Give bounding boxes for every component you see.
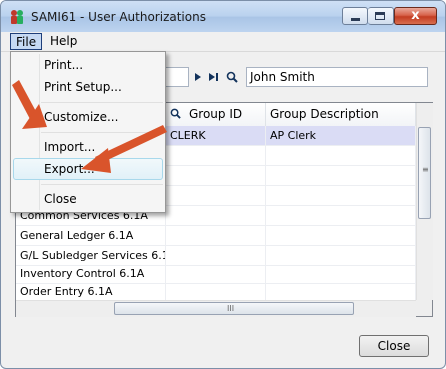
header-group-id[interactable]: Group ID <box>166 103 266 126</box>
close-icon: x <box>411 8 420 23</box>
app-users-icon <box>11 10 23 24</box>
last-icon[interactable] <box>208 72 220 82</box>
grip-icon: ≡ <box>422 165 429 174</box>
user-name-field: John Smith <box>246 67 428 87</box>
table-row[interactable]: Order Entry 6.1A <box>16 282 416 302</box>
search-icon[interactable] <box>226 71 238 83</box>
window-close-button[interactable]: x <box>394 7 437 25</box>
horizontal-scroll-thumb[interactable]: III <box>114 302 354 315</box>
horizontal-scrollbar[interactable]: III <box>16 300 416 317</box>
menu-separator <box>41 184 163 185</box>
cell-application: Inventory Control 6.1A <box>16 264 166 283</box>
file-menu-dropdown: Print... Print Setup... Customize... Imp… <box>10 51 166 213</box>
maximize-icon <box>375 12 385 20</box>
vertical-scrollbar[interactable]: ≡ <box>416 103 433 300</box>
menu-item-close[interactable]: Close <box>13 188 163 210</box>
menu-item-customize[interactable]: Customize... <box>13 106 163 128</box>
scrollbar-corner <box>416 300 432 316</box>
title-bar[interactable]: SAMI61 - User Authorizations x <box>1 1 445 32</box>
vertical-scroll-thumb[interactable]: ≡ <box>418 127 431 219</box>
user-authorizations-window: SAMI61 - User Authorizations x File Help… <box>0 0 446 369</box>
cell-group-description: AP Clerk <box>266 126 416 145</box>
grip-icon: III <box>227 304 235 313</box>
next-icon[interactable] <box>194 72 202 82</box>
menu-item-import[interactable]: Import... <box>13 136 163 158</box>
menu-file[interactable]: File <box>10 33 43 50</box>
cell-application: Order Entry 6.1A <box>16 282 166 301</box>
menu-separator <box>41 132 163 133</box>
cell-group-id: CLERK <box>166 126 266 145</box>
menu-item-print-setup[interactable]: Print Setup... <box>13 76 163 98</box>
menu-help[interactable]: Help <box>45 33 82 50</box>
menu-bar: File Help <box>1 32 445 52</box>
minimize-button[interactable] <box>342 7 368 25</box>
close-button[interactable]: Close <box>359 335 429 357</box>
menu-separator <box>41 102 163 103</box>
cell-application: General Ledger 6.1A <box>16 226 166 245</box>
menu-item-export[interactable]: Export... <box>13 158 163 180</box>
table-row[interactable]: Inventory Control 6.1A <box>16 264 416 284</box>
header-group-description[interactable]: Group Description <box>266 103 416 126</box>
search-icon[interactable] <box>170 108 181 119</box>
header-group-id-label: Group ID <box>189 107 243 121</box>
window-title: SAMI61 - User Authorizations <box>31 10 206 24</box>
minimize-icon <box>351 18 360 21</box>
menu-item-print[interactable]: Print... <box>13 54 163 76</box>
table-row[interactable]: General Ledger 6.1A <box>16 226 416 246</box>
cell-application: G/L Subledger Services 6.1A <box>16 246 166 265</box>
table-row[interactable]: G/L Subledger Services 6.1A <box>16 246 416 266</box>
maximize-button[interactable] <box>368 7 394 25</box>
